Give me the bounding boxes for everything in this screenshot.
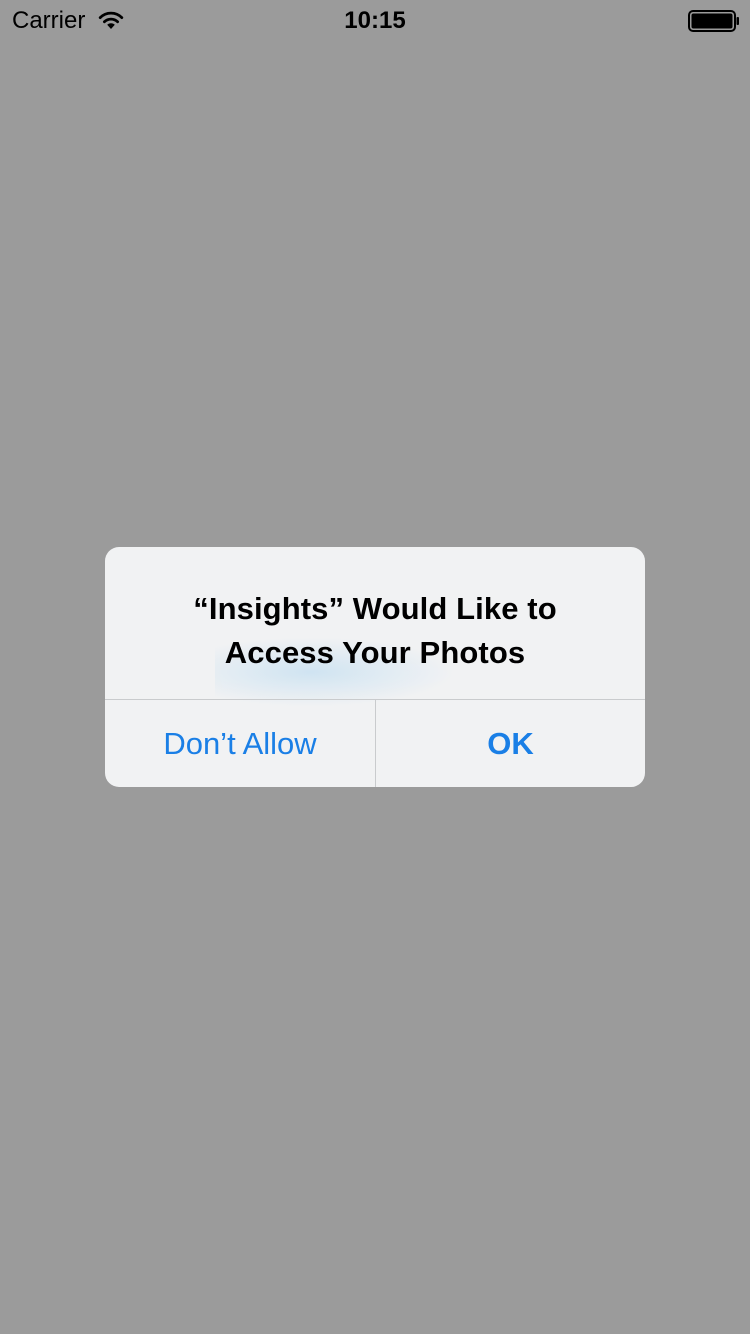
battery-full-icon	[688, 10, 739, 32]
ok-button[interactable]: OK	[376, 700, 645, 787]
dont-allow-button[interactable]: Don’t Allow	[105, 700, 375, 787]
status-time: 10:15	[344, 7, 406, 34]
alert-title-line-1: “Insights” Would Like to	[193, 591, 557, 626]
alert-title: “Insights” Would Like to Access Your Pho…	[125, 587, 625, 675]
photo-permission-alert: “Insights” Would Like to Access Your Pho…	[105, 547, 645, 787]
ok-label: OK	[487, 725, 534, 761]
alert-title-line-2: Access Your Photos	[224, 635, 526, 670]
screen: Carrier 10:15 “Insights” Would Like to A…	[0, 0, 750, 1334]
dont-allow-label: Don’t Allow	[163, 725, 317, 761]
status-bar: Carrier 10:15	[0, 0, 750, 40]
